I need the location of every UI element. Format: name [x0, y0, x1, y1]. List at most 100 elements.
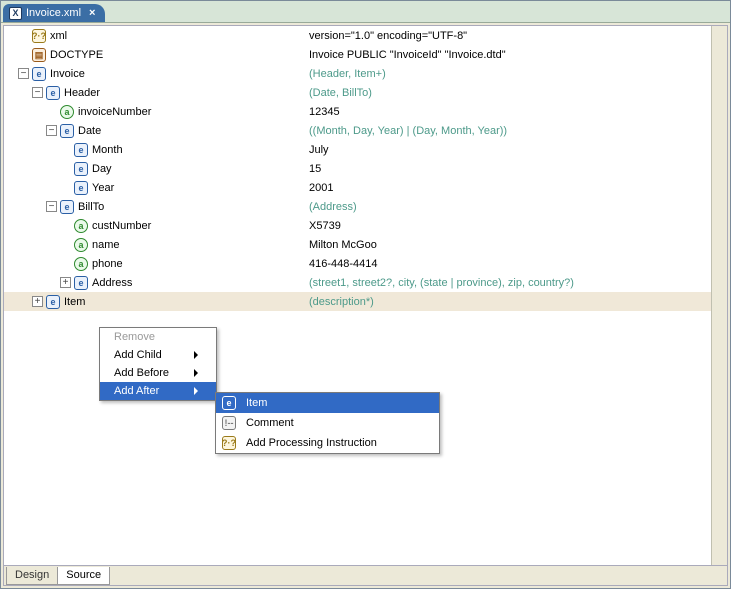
doctype-icon: ▤ [32, 48, 46, 62]
node-label: Invoice [50, 68, 85, 80]
menu-item-label: Add After [114, 385, 159, 397]
node-value[interactable]: (Address) [309, 201, 357, 213]
editor-content: ?·? xml version="1.0" encoding="UTF-8" ▤ DOC… [3, 25, 728, 586]
node-label: custNumber [92, 220, 151, 232]
node-label: Year [92, 182, 114, 194]
element-icon: e [60, 124, 74, 138]
node-label: Header [64, 87, 100, 99]
node-label: Day [92, 163, 112, 175]
tree-row[interactable]: a invoiceNumber 12345 [4, 102, 727, 121]
processing-instruction-icon: ?·? [32, 29, 46, 43]
node-label: invoiceNumber [78, 106, 151, 118]
context-menu[interactable]: Remove Add Child Add Before Add After [99, 327, 217, 401]
attribute-icon: a [74, 257, 88, 271]
tree-row[interactable]: e Month July [4, 140, 727, 159]
tree-row[interactable]: +e Address (street1, street2?, city, (stat… [4, 273, 727, 292]
tree-row[interactable]: −e Header (Date, BillTo) [4, 83, 727, 102]
tree-row[interactable]: ▤ DOCTYPE Invoice PUBLIC "InvoiceId" "Invo… [4, 45, 727, 64]
node-label: name [92, 239, 120, 251]
chevron-right-icon [194, 369, 198, 377]
xml-tree: ?·? xml version="1.0" encoding="UTF-8" ▤ DOC… [4, 26, 727, 311]
context-submenu[interactable]: e Item !-- Comment ?·?Add Processing Instruc… [215, 392, 440, 454]
editor-window: X Invoice.xml × ?·? xml version="1.0" enco… [0, 0, 731, 589]
expand-toggle[interactable]: + [32, 296, 43, 307]
attribute-icon: a [60, 105, 74, 119]
chevron-right-icon [194, 387, 198, 395]
submenu-item-item[interactable]: e Item [216, 393, 439, 413]
node-value[interactable]: July [309, 144, 329, 156]
tree-row[interactable]: e Year 2001 [4, 178, 727, 197]
xml-file-icon: X [9, 7, 22, 20]
node-value[interactable]: X5739 [309, 220, 341, 232]
node-label: BillTo [78, 201, 104, 213]
expand-toggle[interactable]: − [46, 201, 57, 212]
attribute-icon: a [74, 219, 88, 233]
node-label: Item [64, 296, 85, 308]
node-value[interactable]: (Header, Item+) [309, 68, 386, 80]
vertical-scrollbar[interactable] [711, 26, 727, 565]
expand-toggle[interactable]: − [32, 87, 43, 98]
node-value[interactable]: version="1.0" encoding="UTF-8" [309, 30, 467, 42]
chevron-right-icon [194, 351, 198, 359]
close-icon[interactable]: × [89, 5, 95, 22]
element-icon: e [74, 143, 88, 157]
submenu-item-add-processing-instruction[interactable]: ?·?Add Processing Instruction [216, 433, 439, 453]
menu-item-remove: Remove [100, 328, 216, 346]
tree-row[interactable]: aphone 416-448-4414 [4, 254, 727, 273]
node-label: xml [50, 30, 67, 42]
node-value[interactable]: Milton McGoo [309, 239, 377, 251]
node-value[interactable]: (Date, BillTo) [309, 87, 372, 99]
element-icon: e [60, 200, 74, 214]
node-value[interactable]: (description*) [309, 296, 374, 308]
expand-toggle[interactable]: − [46, 125, 57, 136]
attribute-icon: a [74, 238, 88, 252]
menu-item-add-before[interactable]: Add Before [100, 364, 216, 382]
element-icon: e [46, 86, 60, 100]
menu-item-label: Add Child [114, 349, 162, 361]
bottom-tab-bar: Design Source [4, 565, 727, 585]
menu-item-label: Add Before [114, 367, 169, 379]
submenu-item-comment[interactable]: !-- Comment [216, 413, 439, 433]
node-label: DOCTYPE [50, 49, 103, 61]
menu-item-label: Remove [114, 331, 155, 343]
tree-row[interactable]: e Day 15 [4, 159, 727, 178]
tree-row[interactable]: ?·? xml version="1.0" encoding="UTF-8" [4, 26, 727, 45]
expand-toggle[interactable]: − [18, 68, 29, 79]
node-label: Date [78, 125, 101, 137]
node-value[interactable]: Invoice PUBLIC "InvoiceId" "Invoice.dtd" [309, 49, 506, 61]
element-icon: e [222, 396, 236, 410]
node-value[interactable]: 15 [309, 163, 321, 175]
tree-row[interactable]: +e Item (description*) [4, 292, 727, 311]
tree-row[interactable]: aname Milton McGoo [4, 235, 727, 254]
node-value[interactable]: 2001 [309, 182, 333, 194]
submenu-item-label: Comment [246, 417, 294, 429]
processing-instruction-icon: ?·? [222, 436, 236, 450]
element-icon: e [74, 162, 88, 176]
element-icon: e [74, 276, 88, 290]
expand-toggle[interactable]: + [60, 277, 71, 288]
element-icon: e [32, 67, 46, 81]
comment-icon: !-- [222, 416, 236, 430]
node-value[interactable]: ((Month, Day, Year) | (Day, Month, Year)… [309, 125, 507, 137]
node-value[interactable]: 12345 [309, 106, 340, 118]
node-label: phone [92, 258, 123, 270]
tab-design[interactable]: Design [6, 567, 58, 585]
submenu-item-label: Item [246, 397, 267, 409]
tab-source[interactable]: Source [57, 567, 110, 585]
node-value[interactable]: 416-448-4414 [309, 258, 378, 270]
node-label: Address [92, 277, 132, 289]
node-label: Month [92, 144, 123, 156]
menu-item-add-after[interactable]: Add After [100, 382, 216, 400]
tree-area: ?·? xml version="1.0" encoding="UTF-8" ▤ DOC… [4, 26, 727, 565]
tree-row[interactable]: −e Invoice (Header, Item+) [4, 64, 727, 83]
menu-item-add-child[interactable]: Add Child [100, 346, 216, 364]
file-tab[interactable]: X Invoice.xml × [3, 4, 105, 22]
top-tab-bar: X Invoice.xml × [1, 1, 730, 23]
tree-row[interactable]: a custNumber X5739 [4, 216, 727, 235]
file-tab-title: Invoice.xml [26, 5, 81, 22]
element-icon: e [46, 295, 60, 309]
element-icon: e [74, 181, 88, 195]
tree-row[interactable]: −e Date ((Month, Day, Year) | (Day, Month,… [4, 121, 727, 140]
tree-row[interactable]: −e BillTo (Address) [4, 197, 727, 216]
node-value[interactable]: (street1, street2?, city, (state | provi… [309, 277, 574, 289]
